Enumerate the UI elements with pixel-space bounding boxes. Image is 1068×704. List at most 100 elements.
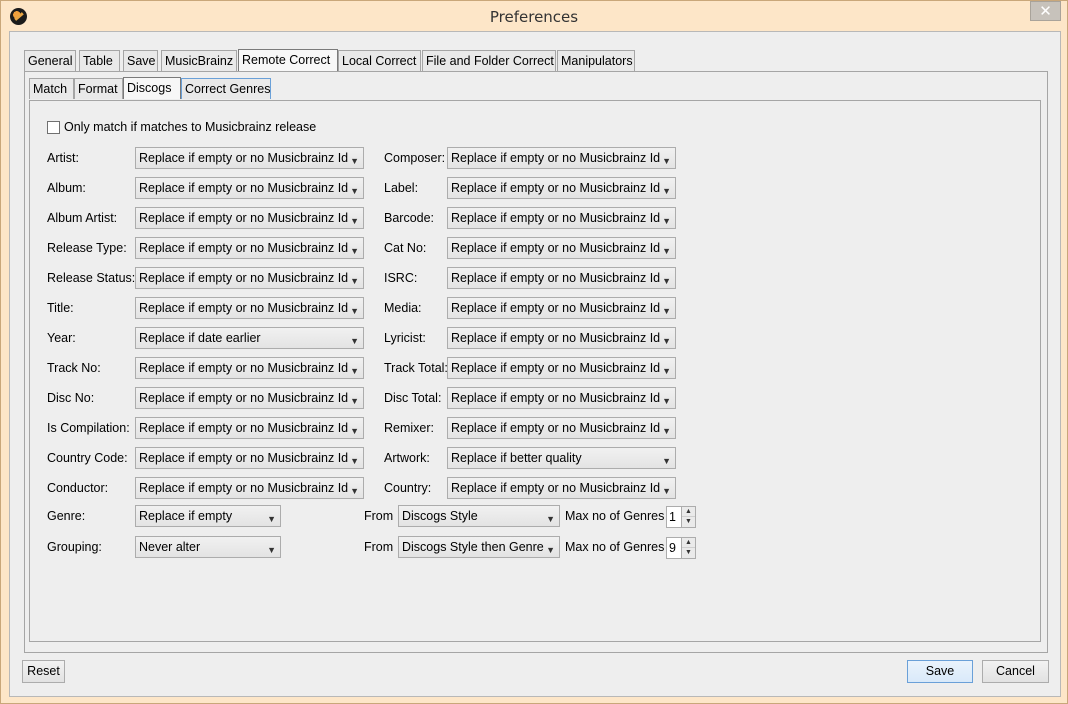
- left-field-select[interactable]: Replace if empty or no Musicbrainz Id ▼: [135, 207, 364, 229]
- tab-format[interactable]: Format: [74, 78, 123, 99]
- left-field-label: Title:: [47, 301, 74, 315]
- right-field-select[interactable]: Replace if empty or no Musicbrainz Id ▼: [447, 357, 676, 379]
- right-field-select-value: Replace if empty or no Musicbrainz Id: [451, 181, 661, 195]
- discogs-panel: Only match if matches to Musicbrainz rel…: [29, 100, 1041, 642]
- left-field-label: Conductor:: [47, 481, 109, 495]
- spin-up-icon[interactable]: ▲: [682, 538, 695, 548]
- tab-file-and-folder-correct[interactable]: File and Folder Correct: [422, 50, 556, 71]
- right-field-select[interactable]: Replace if better quality ▼: [447, 447, 676, 469]
- chevron-down-icon: ▼: [350, 366, 359, 376]
- spin-up-icon[interactable]: ▲: [682, 507, 695, 517]
- genre-max-label: Max no of Genres: [565, 509, 665, 523]
- chevron-down-icon: ▼: [267, 514, 276, 524]
- left-field-select[interactable]: Replace if date earlier ▼: [135, 327, 364, 349]
- left-field-select[interactable]: Replace if empty or no Musicbrainz Id ▼: [135, 357, 364, 379]
- right-field-select[interactable]: Replace if empty or no Musicbrainz Id ▼: [447, 387, 676, 409]
- tab-manipulators[interactable]: Manipulators: [557, 50, 635, 71]
- right-field-select[interactable]: Replace if empty or no Musicbrainz Id ▼: [447, 297, 676, 319]
- reset-button[interactable]: Reset: [22, 660, 65, 683]
- left-field-select[interactable]: Replace if empty or no Musicbrainz Id ▼: [135, 177, 364, 199]
- chevron-down-icon: ▼: [350, 336, 359, 346]
- dialog-client: General Table Save MusicBrainz Remote Co…: [9, 31, 1061, 697]
- right-field-select-value: Replace if empty or no Musicbrainz Id: [451, 151, 661, 165]
- left-field-select[interactable]: Replace if empty or no Musicbrainz Id ▼: [135, 267, 364, 289]
- chevron-down-icon: ▼: [662, 246, 671, 256]
- right-field-label: ISRC:: [384, 271, 418, 285]
- tab-match[interactable]: Match: [29, 78, 74, 99]
- chevron-down-icon: ▼: [546, 514, 555, 524]
- left-field-select-value: Replace if empty or no Musicbrainz Id: [139, 481, 349, 495]
- right-field-select[interactable]: Replace if empty or no Musicbrainz Id ▼: [447, 477, 676, 499]
- tab-save[interactable]: Save: [123, 50, 158, 71]
- save-button[interactable]: Save: [907, 660, 973, 683]
- left-field-select[interactable]: Replace if empty or no Musicbrainz Id ▼: [135, 417, 364, 439]
- chevron-down-icon: ▼: [350, 246, 359, 256]
- left-field-label: Album Artist:: [47, 211, 118, 225]
- left-field-select[interactable]: Replace if empty or no Musicbrainz Id ▼: [135, 447, 364, 469]
- chevron-down-icon: ▼: [350, 396, 359, 406]
- left-field-select-value: Replace if empty or no Musicbrainz Id: [139, 451, 349, 465]
- right-field-select[interactable]: Replace if empty or no Musicbrainz Id ▼: [447, 207, 676, 229]
- right-field-select[interactable]: Replace if empty or no Musicbrainz Id ▼: [447, 147, 676, 169]
- left-field-select[interactable]: Replace if empty or no Musicbrainz Id ▼: [135, 387, 364, 409]
- spin-down-icon[interactable]: ▼: [682, 517, 695, 527]
- tab-table[interactable]: Table: [79, 50, 120, 71]
- left-field-label: Artist:: [47, 151, 79, 165]
- genre-max-spinner[interactable]: 1 ▲ ▼: [666, 506, 696, 528]
- right-field-label: Country:: [384, 481, 432, 495]
- chevron-down-icon: ▼: [350, 156, 359, 166]
- chevron-down-icon: ▼: [662, 456, 671, 466]
- grouping-select[interactable]: Never alter ▼: [135, 536, 281, 558]
- left-field-select[interactable]: Replace if empty or no Musicbrainz Id ▼: [135, 297, 364, 319]
- spin-down-icon[interactable]: ▼: [682, 548, 695, 558]
- right-field-select[interactable]: Replace if empty or no Musicbrainz Id ▼: [447, 417, 676, 439]
- only-match-checkbox[interactable]: [47, 121, 60, 134]
- close-button[interactable]: ✕: [1030, 1, 1061, 21]
- tab-discogs[interactable]: Discogs: [123, 77, 181, 99]
- right-field-label: Barcode:: [384, 211, 435, 225]
- right-field-select[interactable]: Replace if empty or no Musicbrainz Id ▼: [447, 237, 676, 259]
- right-field-label: Disc Total:: [384, 391, 442, 405]
- grouping-max-spinner[interactable]: 9 ▲ ▼: [666, 537, 696, 559]
- left-field-select[interactable]: Replace if empty or no Musicbrainz Id ▼: [135, 147, 364, 169]
- chevron-down-icon: ▼: [350, 426, 359, 436]
- right-field-select-value: Replace if better quality: [451, 451, 582, 465]
- remote-correct-panel: Match Format Discogs Correct Genres Only…: [24, 71, 1048, 653]
- chevron-down-icon: ▼: [662, 276, 671, 286]
- genre-from-select[interactable]: Discogs Style ▼: [398, 505, 560, 527]
- tab-musicbrainz[interactable]: MusicBrainz: [161, 50, 237, 71]
- grouping-from-select[interactable]: Discogs Style then Genre ▼: [398, 536, 560, 558]
- chevron-down-icon: ▼: [350, 456, 359, 466]
- preferences-window: Preferences ✕ General Table Save MusicBr…: [0, 0, 1068, 704]
- cancel-button[interactable]: Cancel: [982, 660, 1049, 683]
- left-field-label: Disc No:: [47, 391, 95, 405]
- right-field-select-value: Replace if empty or no Musicbrainz Id: [451, 241, 661, 255]
- left-field-select-value: Replace if empty or no Musicbrainz Id: [139, 151, 349, 165]
- right-field-select-value: Replace if empty or no Musicbrainz Id: [451, 421, 661, 435]
- left-field-select[interactable]: Replace if empty or no Musicbrainz Id ▼: [135, 237, 364, 259]
- right-field-select[interactable]: Replace if empty or no Musicbrainz Id ▼: [447, 177, 676, 199]
- right-field-select-value: Replace if empty or no Musicbrainz Id: [451, 361, 661, 375]
- genre-from-label: From: [364, 509, 394, 523]
- right-field-label: Artwork:: [384, 451, 430, 465]
- genre-label: Genre:: [47, 509, 86, 523]
- left-field-select[interactable]: Replace if empty or no Musicbrainz Id ▼: [135, 477, 364, 499]
- genre-max-value: 1: [669, 510, 676, 524]
- genre-select[interactable]: Replace if empty ▼: [135, 505, 281, 527]
- grouping-max-label: Max no of Genres: [565, 540, 665, 554]
- left-field-label: Release Type:: [47, 241, 127, 255]
- tab-local-correct[interactable]: Local Correct: [338, 50, 421, 71]
- right-field-select-value: Replace if empty or no Musicbrainz Id: [451, 481, 661, 495]
- right-field-label: Composer:: [384, 151, 446, 165]
- right-field-select[interactable]: Replace if empty or no Musicbrainz Id ▼: [447, 267, 676, 289]
- tab-remote-correct[interactable]: Remote Correct: [238, 49, 338, 71]
- left-field-select-value: Replace if empty or no Musicbrainz Id: [139, 301, 349, 315]
- tab-general[interactable]: General: [24, 50, 76, 71]
- chevron-down-icon: ▼: [350, 216, 359, 226]
- chevron-down-icon: ▼: [350, 486, 359, 496]
- chevron-down-icon: ▼: [662, 216, 671, 226]
- tab-correct-genres[interactable]: Correct Genres: [181, 78, 271, 99]
- genre-from-value: Discogs Style: [402, 509, 478, 523]
- chevron-down-icon: ▼: [662, 156, 671, 166]
- right-field-select[interactable]: Replace if empty or no Musicbrainz Id ▼: [447, 327, 676, 349]
